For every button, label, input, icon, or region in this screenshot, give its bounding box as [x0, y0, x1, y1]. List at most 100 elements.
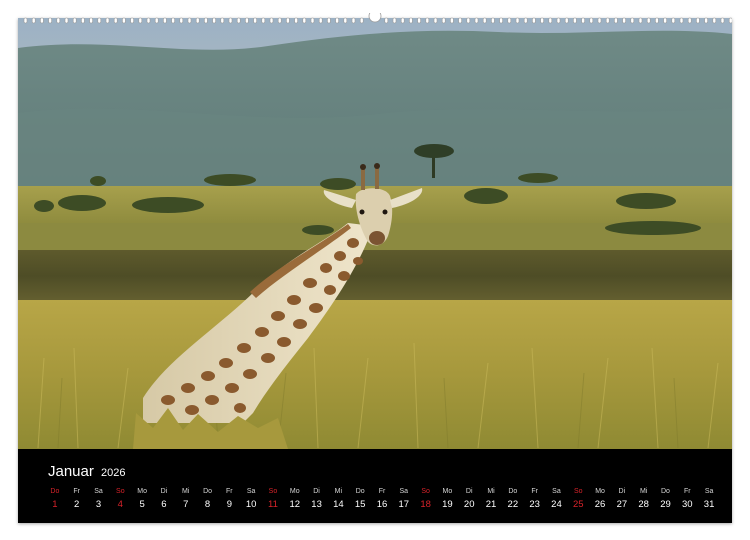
day-number: 7 [183, 499, 189, 510]
day-number: 16 [376, 499, 388, 510]
binding-ring [573, 17, 577, 24]
weekday-label: Do [50, 488, 60, 495]
calendar-day: Sa 31 [698, 487, 720, 517]
weekday-label: So [268, 488, 278, 495]
binding-ring [425, 17, 430, 24]
day-number: 31 [703, 499, 715, 510]
calendar-day: Di 6 [153, 487, 175, 517]
binding-ring [302, 17, 307, 24]
binding-ring [64, 17, 69, 24]
binding-ring [712, 17, 717, 24]
day-number: 6 [161, 499, 167, 510]
binding-ring [466, 17, 471, 24]
spiral-binding [23, 13, 732, 24]
day-number: 5 [139, 499, 145, 510]
calendar-day: Fr 2 [66, 487, 88, 517]
calendar-day: Mi 7 [175, 487, 197, 517]
day-number: 8 [204, 499, 211, 510]
day-number: 10 [245, 499, 257, 510]
binding-ring [720, 17, 725, 24]
binding-ring [204, 17, 208, 24]
binding-ring [113, 17, 118, 24]
binding-ring [31, 17, 36, 24]
calendar-day: Mo 5 [131, 487, 153, 517]
binding-ring [450, 17, 454, 24]
binding-ring [696, 17, 700, 24]
day-number: 19 [442, 499, 453, 510]
day-number: 14 [333, 499, 344, 510]
calendar-day: Fr 23 [524, 487, 546, 517]
day-number: 4 [117, 499, 123, 510]
weekday-label: Mo [137, 488, 147, 495]
binding-ring [195, 17, 200, 24]
binding-ring [638, 17, 643, 24]
day-number: 27 [616, 499, 628, 510]
binding-ring [89, 17, 93, 24]
binding-ring [212, 17, 216, 24]
weekday-label: Mo [595, 488, 605, 495]
binding-ring [589, 17, 594, 24]
binding-ring [614, 17, 618, 24]
binding-ring [359, 17, 364, 24]
binding-ring [630, 17, 635, 24]
day-number: 2 [74, 499, 80, 510]
binding-ring [384, 17, 389, 24]
calendar-day: Mo 19 [437, 487, 459, 517]
weekday-label: So [421, 488, 430, 495]
binding-ring [507, 17, 512, 24]
day-grid: Do 1 Fr 2 Sa 3 So 4 Mo 5 Di 6 Mi 7 Do 8 Fr 9 Sa 10 So 11 Mo 12 D… [44, 487, 720, 517]
binding-ring [286, 17, 290, 24]
binding-ring [646, 17, 651, 24]
binding-ring [679, 17, 684, 24]
binding-ring [417, 17, 421, 24]
calendar-day: Fr 9 [218, 487, 240, 517]
calendar-page: Januar 2026 Do 1 Fr 2 Sa 3 So 4 Mo 5 Di 6 Mi 7 Do 8 Fr 9 S… [18, 18, 732, 523]
binding-ring [474, 17, 479, 24]
giraffe-savanna-photo [18, 18, 732, 449]
binding-ring [556, 17, 561, 24]
day-number: 1 [52, 499, 58, 510]
calendar-day: Mi 21 [480, 487, 502, 517]
binding-ring [48, 17, 52, 24]
calendar-day: Sa 10 [240, 487, 262, 517]
weekday-label: So [573, 488, 583, 495]
month-name: Januar [48, 463, 94, 480]
binding-ring [491, 17, 495, 24]
weekday-label: Sa [704, 488, 714, 495]
calendar-day: So 11 [262, 487, 284, 517]
calendar-day: So 25 [567, 487, 589, 517]
binding-ring [72, 17, 77, 24]
day-number: 24 [551, 499, 562, 510]
day-number: 15 [354, 499, 366, 510]
binding-ring [687, 17, 692, 24]
calendar-day: Fr 16 [371, 487, 393, 517]
weekday-label: Mo [442, 488, 453, 495]
binding-ring [228, 17, 233, 24]
calendar-day: Mo 12 [284, 487, 306, 517]
day-number: 26 [594, 499, 606, 510]
day-number: 18 [420, 499, 431, 510]
binding-ring [441, 17, 446, 24]
binding-ring [236, 17, 241, 24]
binding-ring [40, 17, 44, 24]
calendar-day: Do 29 [655, 487, 677, 517]
binding-ring [269, 17, 274, 24]
binding-ring [310, 17, 315, 24]
day-number: 22 [507, 499, 519, 510]
weekday-label: Sa [399, 488, 409, 495]
binding-ring [277, 17, 282, 24]
day-number: 13 [311, 499, 322, 510]
binding-ring [105, 17, 110, 24]
binding-ring [253, 17, 257, 24]
binding-ring [122, 17, 126, 24]
binding-ring [548, 17, 553, 24]
binding-ring [171, 17, 175, 24]
weekday-label: So [116, 488, 125, 495]
weekday-label: Di [313, 488, 320, 495]
calendar-day: Di 27 [611, 487, 633, 517]
binding-ring [499, 17, 503, 24]
binding-ring [343, 17, 348, 24]
binding-ring [532, 17, 536, 24]
binding-ring [81, 17, 85, 24]
binding-ring [564, 17, 569, 24]
